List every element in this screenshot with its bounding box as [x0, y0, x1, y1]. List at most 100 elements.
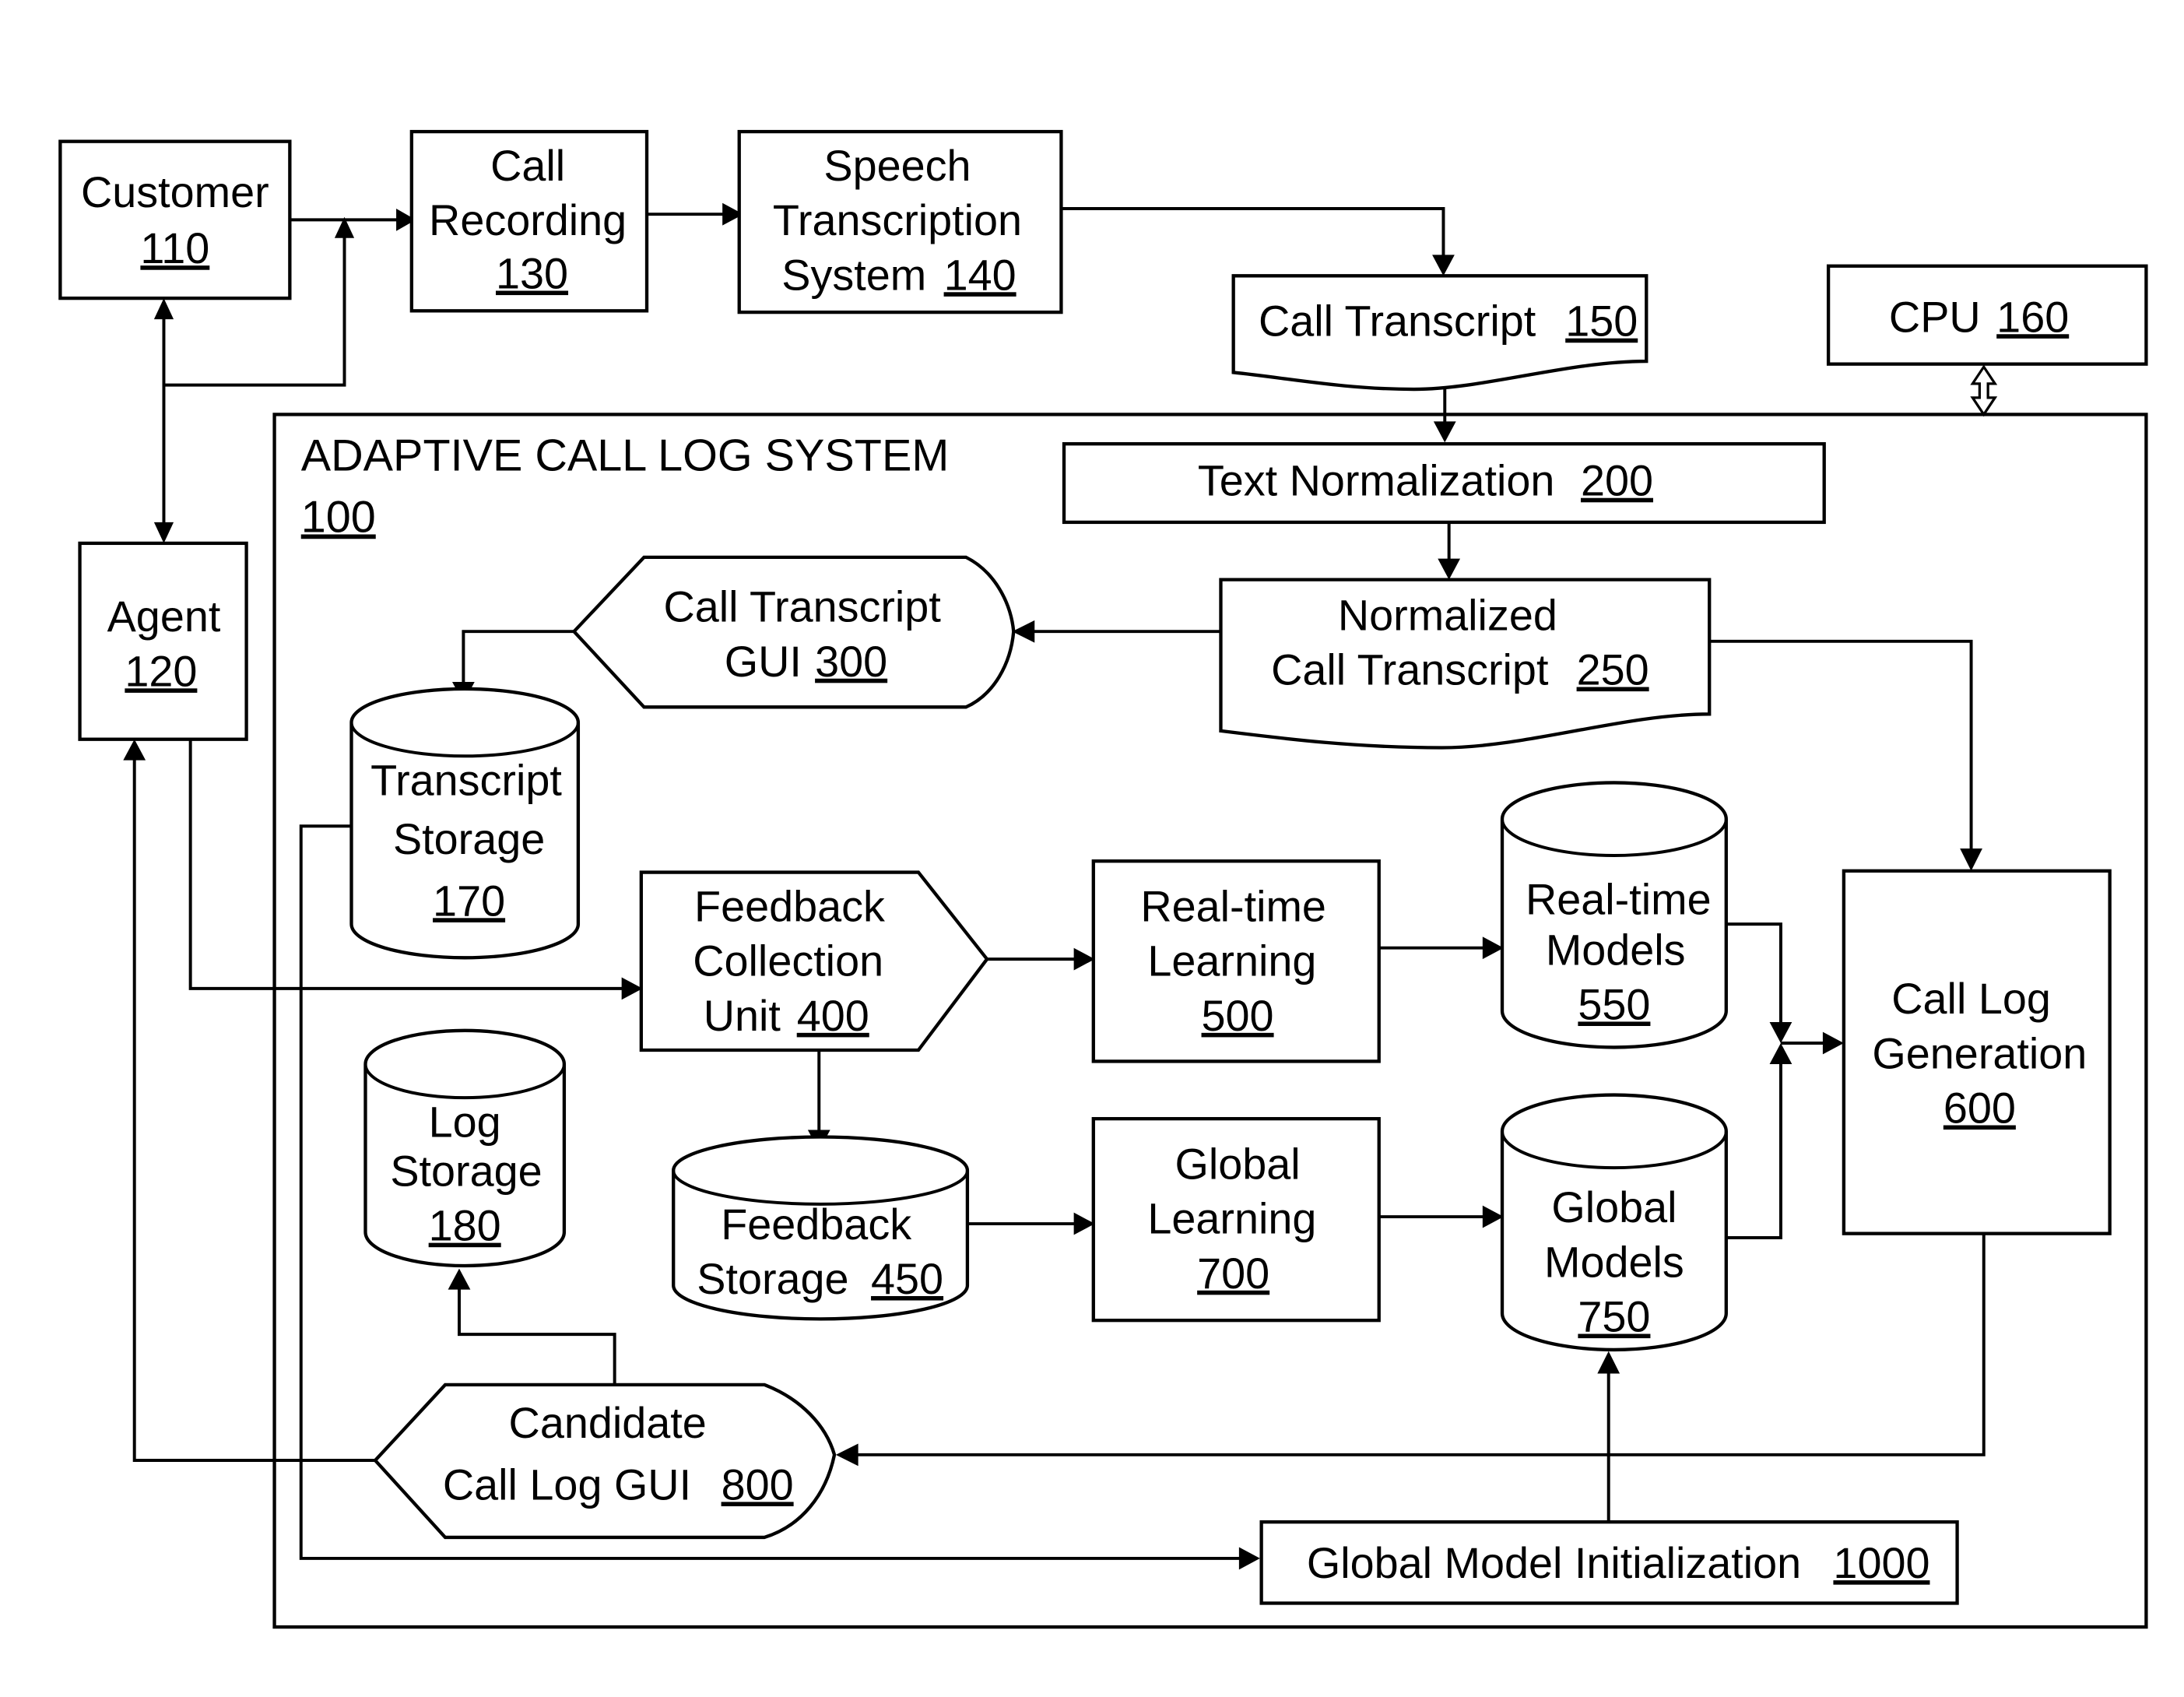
node-call-transcript: Call Transcript 150: [1231, 274, 1649, 392]
node-ref: 200: [1581, 457, 1653, 505]
arrowhead: [1238, 1547, 1260, 1570]
node-label: Feedback: [721, 1200, 911, 1249]
node-label: Storage: [393, 815, 545, 863]
node-ref: 120: [125, 647, 197, 695]
edge-calllog-to-candidate: [856, 1233, 1986, 1456]
edge-gui-to-transcript-storage: [462, 630, 574, 683]
node-label: Customer: [81, 168, 269, 216]
arrowhead: [1769, 1043, 1792, 1064]
node-candidate-call-log-gui: Candidate Call Log GUI 800: [373, 1383, 837, 1540]
node-label: Real-time: [1140, 883, 1326, 931]
edge-normalized-to-calllog: [1709, 639, 1973, 852]
node-ref: 400: [797, 992, 869, 1040]
node-ref: 450: [871, 1255, 943, 1303]
node-label: Transcript: [370, 757, 562, 805]
node-global-models: Global Models 750: [1500, 1093, 1728, 1352]
arrowhead: [1073, 947, 1095, 971]
node-label: Normalized: [1338, 591, 1557, 639]
node-agent: Agent 120: [78, 541, 248, 741]
node-normalized-call-transcript: Normalized Call Transcript 250: [1219, 578, 1712, 750]
node-label: Call Transcript: [1259, 297, 1536, 346]
node-label: Call Log: [1891, 975, 2051, 1023]
node-feedback-collection: Feedback Collection Unit 400: [639, 870, 989, 1052]
node-label: Collection: [693, 937, 883, 986]
node-label: Global Model Initialization: [1307, 1539, 1801, 1587]
node-call-transcript-gui: Call Transcript GUI 300: [571, 555, 1016, 709]
node-ref: 300: [815, 638, 887, 686]
arrowhead: [1769, 1022, 1792, 1044]
node-ref: 800: [722, 1460, 794, 1509]
node-log-storage: Log Storage 180: [363, 1028, 567, 1268]
node-label: Call Log GUI: [443, 1460, 691, 1509]
arrowhead: [1597, 1351, 1620, 1374]
node-label: Learning: [1147, 937, 1316, 986]
node-ref: 110: [140, 224, 209, 272]
node-label: Generation: [1872, 1029, 2087, 1077]
cpu-bus-double-arrow: [1970, 364, 1998, 417]
node-label: Recording: [429, 196, 627, 244]
node-label: Global: [1175, 1140, 1300, 1188]
arrowhead: [123, 739, 146, 761]
node-label: System: [781, 251, 926, 299]
system-ref: 100: [301, 492, 376, 542]
node-realtime-learning: Real-time Learning 500: [1091, 859, 1381, 1063]
node-label: Storage: [697, 1255, 848, 1303]
node-feedback-storage: Feedback Storage 450: [672, 1135, 970, 1321]
node-label: Real-time: [1526, 876, 1712, 924]
arrowhead: [1073, 1212, 1095, 1235]
node-label: Call Transcript: [1271, 646, 1549, 694]
node-label: Feedback: [694, 883, 885, 931]
arrowhead: [153, 298, 174, 320]
arrowhead: [1822, 1031, 1844, 1055]
node-ref: 150: [1565, 297, 1638, 346]
node-label: Speech: [823, 142, 971, 190]
arrowhead: [621, 977, 643, 1000]
node-transcript-storage: Transcript Storage 170: [349, 687, 581, 960]
node-realtime-models: Real-time Models 550: [1500, 781, 1728, 1049]
node-label: Storage: [390, 1147, 542, 1195]
edge-candidate-to-logstorage: [458, 1288, 616, 1385]
node-label: Learning: [1147, 1195, 1316, 1243]
node-label: Call Transcript: [664, 583, 942, 631]
arrowhead: [1433, 421, 1456, 443]
edge-globalmodels-merge: [1726, 1063, 1782, 1240]
node-label: Candidate: [509, 1399, 707, 1447]
arrowhead: [1012, 620, 1035, 643]
node-label: Models: [1546, 926, 1686, 974]
node-label: Agent: [107, 592, 221, 641]
node-label: Global: [1551, 1183, 1677, 1231]
node-ref: 130: [496, 250, 568, 298]
edge-rtmodels-merge: [1726, 922, 1782, 1023]
node-ref: 750: [1578, 1293, 1650, 1341]
arrowhead: [835, 1443, 859, 1467]
node-ref: 550: [1578, 980, 1650, 1028]
node-ref: 700: [1197, 1249, 1269, 1298]
node-label: GUI: [725, 638, 802, 686]
node-global-model-initialization: Global Model Initialization 1000: [1259, 1520, 1959, 1605]
node-ref: 1000: [1833, 1539, 1929, 1587]
edge-candidate-to-agent: [132, 758, 376, 1463]
node-label: Log: [429, 1098, 501, 1147]
node-label: Unit: [704, 992, 781, 1040]
node-label: Text Normalization: [1198, 457, 1555, 505]
arrowhead: [1482, 1205, 1504, 1228]
node-label: Call: [490, 142, 565, 190]
node-cpu: CPU 160: [1826, 264, 2148, 366]
node-call-recording: Call Recording 130: [409, 129, 649, 313]
node-global-learning: Global Learning 700: [1091, 1116, 1381, 1323]
node-ref: 250: [1577, 646, 1649, 694]
arrowhead: [1432, 255, 1455, 276]
arrowhead: [153, 522, 174, 543]
system-title: ADAPTIVE CALL LOG SYSTEM: [301, 430, 950, 480]
node-call-log-generation: Call Log Generation 600: [1842, 869, 2112, 1235]
arrowhead: [1438, 558, 1461, 580]
node-ref: 170: [433, 877, 505, 925]
node-label: Transcription: [773, 196, 1022, 244]
edge-speech-to-transcript: [1061, 207, 1445, 258]
node-label: CPU: [1889, 293, 1981, 341]
node-label: Models: [1544, 1238, 1684, 1286]
node-ref: 140: [944, 251, 1017, 299]
arrowhead: [1482, 936, 1504, 960]
arrowhead: [448, 1268, 471, 1290]
node-ref: 500: [1202, 992, 1274, 1040]
